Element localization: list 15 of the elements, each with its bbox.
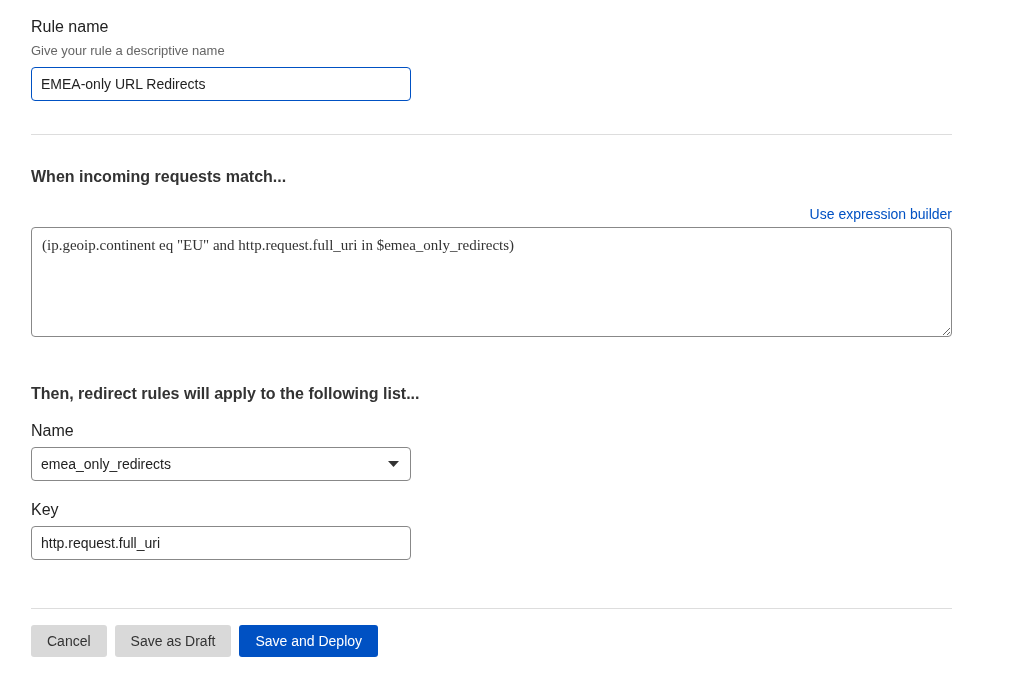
caret-icon <box>388 461 399 467</box>
expression-field[interactable]: (ip.geoip.continent eq "EU" and http.request.full_uri in $emea_only_redirects) <box>31 227 952 337</box>
field-label: Rule name <box>31 18 109 36</box>
field-label: Key <box>31 501 59 519</box>
secondary-button[interactable]: Save as Draft <box>114 625 232 657</box>
section-heading: Then, redirect rules will apply to the following list... <box>31 385 420 403</box>
key-field[interactable]: http.request.full_uri <box>31 526 411 560</box>
hint-text: Give your rule a descriptive name <box>31 43 225 58</box>
rule-name-field[interactable]: EMEA-only URL Redirects <box>31 67 411 101</box>
section-heading: When incoming requests match... <box>31 168 287 186</box>
list-name-dropdown[interactable]: emea_only_redirects <box>31 447 411 481</box>
deploy-button[interactable]: Save and Deploy <box>239 625 379 657</box>
secondary-button[interactable]: Cancel <box>31 625 107 657</box>
field-label: Name <box>31 422 74 440</box>
expression-builder-link[interactable]: Use expression builder <box>809 206 952 222</box>
